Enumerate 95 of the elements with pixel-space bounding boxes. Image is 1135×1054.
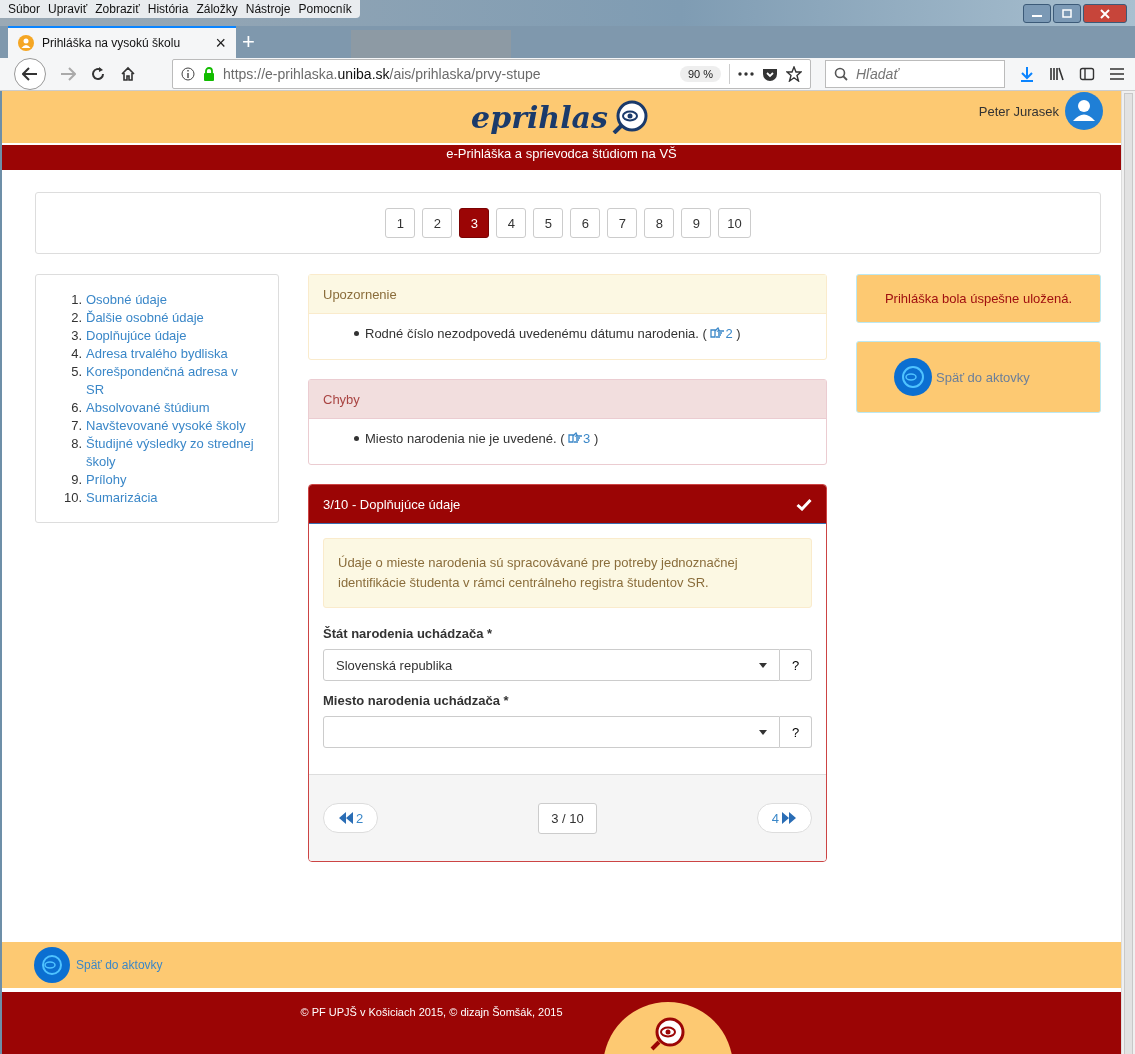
browser-tab[interactable]: Prihláška na vysokú školu × xyxy=(8,26,236,58)
user-avatar-icon[interactable] xyxy=(1065,92,1103,130)
maximize-button[interactable] xyxy=(1053,4,1081,23)
page-button[interactable]: 2 xyxy=(422,208,453,238)
save-message: Prihláška bola úspešne uložená. xyxy=(884,291,1073,306)
menu-item[interactable]: História xyxy=(147,2,189,16)
step-link[interactable]: Študijné výsledky zo strednej školy xyxy=(86,435,257,471)
user-name[interactable]: Peter Jurasek xyxy=(978,103,1059,119)
menu-item[interactable]: Nástroje xyxy=(245,2,291,16)
page-button[interactable]: 10 xyxy=(718,208,751,238)
page-button[interactable]: 6 xyxy=(570,208,601,238)
close-button[interactable] xyxy=(1083,4,1127,23)
step-number: 3. xyxy=(70,327,82,345)
double-left-arrow-icon xyxy=(338,812,354,824)
menu-icon[interactable] xyxy=(1109,67,1125,81)
star-icon[interactable] xyxy=(786,66,802,82)
caret-icon xyxy=(759,662,767,668)
more-icon[interactable] xyxy=(738,71,754,77)
maximize-icon xyxy=(1061,8,1073,19)
download-icon[interactable] xyxy=(1019,66,1035,82)
step-link[interactable]: Korešpondenčná adresa v SR xyxy=(86,363,257,399)
step-link[interactable]: Osobné údaje xyxy=(86,291,257,309)
menu-item[interactable]: Súbor xyxy=(8,2,41,16)
next-step-button[interactable]: 4 xyxy=(756,803,812,833)
step-number: 6. xyxy=(70,399,82,417)
bullet-icon xyxy=(354,436,359,441)
page-button[interactable]: 4 xyxy=(496,208,527,238)
select-field[interactable]: Slovenská republika xyxy=(323,649,780,681)
step-number: 7. xyxy=(70,417,82,435)
scrollbar[interactable] xyxy=(1121,91,1135,1054)
step-link[interactable]: Ďalšie osobné údaje xyxy=(86,309,257,327)
zoom-level-button[interactable]: 90 % xyxy=(679,66,721,82)
step-number: 10. xyxy=(62,489,82,507)
step-jump-link[interactable]: 2 xyxy=(710,326,733,341)
close-tab-button[interactable]: × xyxy=(215,32,226,54)
reload-icon[interactable] xyxy=(90,66,106,82)
step-link[interactable]: Absolvované štúdium xyxy=(86,399,257,417)
page-button[interactable]: 9 xyxy=(681,208,712,238)
step-number: 5. xyxy=(70,363,82,381)
double-right-arrow-icon xyxy=(781,812,797,824)
copyright-text: © PF UPJŠ v Košiciach 2015, © dizajn Šomšák, 2015 xyxy=(300,1006,563,1020)
minimize-button[interactable] xyxy=(1023,4,1051,23)
address-bar[interactable]: https://e-prihlaska.uniba.sk/ais/prihlaska/prvy-stupe 90 % xyxy=(172,59,811,89)
user-icon xyxy=(18,35,34,51)
step-number: 2. xyxy=(70,309,82,327)
step-link[interactable]: Navštevované vysoké školy xyxy=(86,417,257,435)
help-button[interactable]: ? xyxy=(780,649,812,681)
step-link[interactable]: Adresa trvalého bydliska xyxy=(86,345,257,363)
page-indicator: 3 / 10 xyxy=(538,802,597,834)
alert-message: Miesto narodenia nie je uvedené. ( 3 ) xyxy=(365,431,599,446)
menu-item[interactable]: Zobraziť xyxy=(95,2,140,16)
page-button[interactable]: 3 xyxy=(459,208,490,238)
sidebar-icon[interactable] xyxy=(1079,66,1095,82)
step-link[interactable]: Sumarizácia xyxy=(86,489,257,507)
close-icon xyxy=(1099,8,1111,19)
previous-step-button[interactable]: 2 xyxy=(323,803,379,833)
page-button[interactable]: 8 xyxy=(644,208,675,238)
library-icon[interactable] xyxy=(1049,66,1065,82)
caret-icon xyxy=(759,729,767,735)
page-button[interactable]: 7 xyxy=(607,208,638,238)
lock-icon xyxy=(203,67,215,81)
step-number: 8. xyxy=(70,435,82,453)
info-notice: Údaje o mieste narodenia sú spracovávané pre potreby jednoznačnej identifikácie študenta v rámci centrálneho registra študentov SR. xyxy=(323,538,812,608)
logo[interactable]: eprihlas xyxy=(471,99,652,135)
pocket-icon[interactable] xyxy=(762,66,778,82)
page-button[interactable]: 1 xyxy=(385,208,416,238)
step-number: 4. xyxy=(70,345,82,363)
face-icon xyxy=(894,358,932,396)
alert-title: Chyby xyxy=(323,391,360,407)
step-number: 9. xyxy=(70,471,82,489)
site-subtitle: e-Prihláška a sprievodca štúdiom na VŠ xyxy=(446,146,677,161)
field-label: Miesto narodenia uchádzača * xyxy=(323,693,510,708)
menu-item[interactable]: Pomocník xyxy=(298,2,352,16)
alert-title: Upozornenie xyxy=(323,286,397,302)
step-link[interactable]: Doplňujúce údaje xyxy=(86,327,257,345)
help-button[interactable]: ? xyxy=(780,716,812,748)
pointing-hand-icon xyxy=(710,327,726,338)
menu-item[interactable]: Záložky xyxy=(196,2,238,16)
menu-item[interactable]: Upraviť xyxy=(48,2,88,16)
bullet-icon xyxy=(354,331,359,336)
search-field[interactable]: Hľadať xyxy=(825,60,1005,88)
info-icon[interactable] xyxy=(181,67,195,81)
select-field[interactable] xyxy=(323,716,780,748)
form-title: 3/10 - Doplňujúce údaje xyxy=(323,496,461,512)
step-jump-link[interactable]: 3 xyxy=(568,431,591,446)
face-icon xyxy=(34,947,70,983)
page-button[interactable]: 5 xyxy=(533,208,564,238)
field-label: Štát narodenia uchádzača * xyxy=(323,626,494,641)
alert-message: Rodné číslo nezodpovedá uvedenému dátumu narodenia. ( 2 ) xyxy=(365,326,741,341)
home-icon[interactable] xyxy=(120,66,136,82)
pointing-hand-icon xyxy=(568,432,584,443)
back-arrow-icon xyxy=(22,67,38,81)
step-link[interactable]: Prílohy xyxy=(86,471,257,489)
step-number: 1. xyxy=(70,291,82,309)
back-button[interactable] xyxy=(14,58,46,90)
